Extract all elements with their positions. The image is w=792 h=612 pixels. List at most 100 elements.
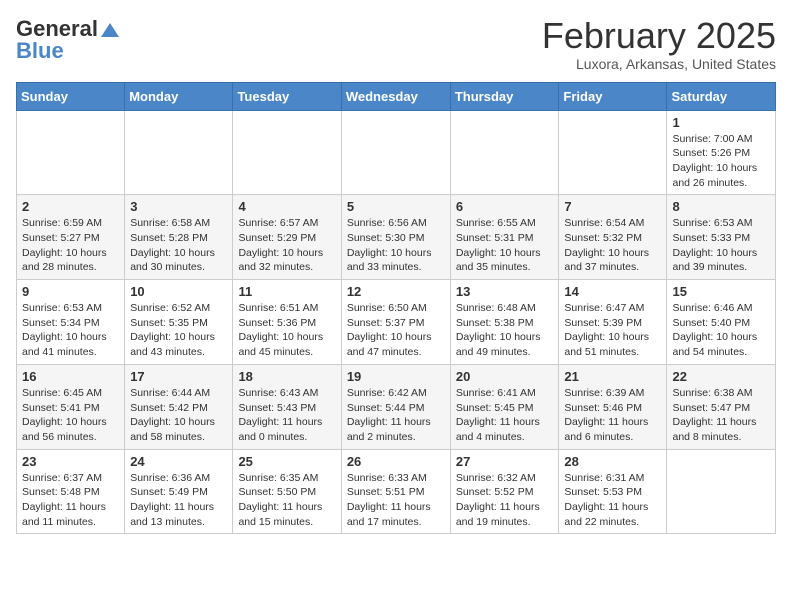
calendar-day: 1 Sunrise: 7:00 AM Sunset: 5:26 PM Daylig… <box>667 110 776 195</box>
day-info: Sunrise: 6:51 AM Sunset: 5:36 PM Dayligh… <box>238 301 335 360</box>
calendar-day: 22 Sunrise: 6:38 AM Sunset: 5:47 PM Dayli… <box>667 364 776 449</box>
day-number: 6 <box>456 199 554 214</box>
page-header: General Blue February 2025 Luxora, Arkan… <box>16 16 776 72</box>
day-info: Sunrise: 6:32 AM Sunset: 5:52 PM Dayligh… <box>456 471 554 530</box>
day-number: 13 <box>456 284 554 299</box>
day-number: 3 <box>130 199 227 214</box>
calendar-day: 4 Sunrise: 6:57 AM Sunset: 5:29 PM Daylig… <box>233 195 341 280</box>
day-info: Sunrise: 6:57 AM Sunset: 5:29 PM Dayligh… <box>238 216 335 275</box>
day-info: Sunrise: 6:59 AM Sunset: 5:27 PM Dayligh… <box>22 216 119 275</box>
calendar-day: 28Sunrise: 6:31 AM Sunset: 5:53 PM Dayli… <box>559 449 667 534</box>
calendar-day: 7 Sunrise: 6:54 AM Sunset: 5:32 PM Daylig… <box>559 195 667 280</box>
day-number: 17 <box>130 369 227 384</box>
day-info: Sunrise: 6:42 AM Sunset: 5:44 PM Dayligh… <box>347 386 445 445</box>
calendar-day: 19 Sunrise: 6:42 AM Sunset: 5:44 PM Dayli… <box>341 364 450 449</box>
calendar-day: 17 Sunrise: 6:44 AM Sunset: 5:42 PM Dayli… <box>125 364 233 449</box>
day-info: Sunrise: 6:38 AM Sunset: 5:47 PM Dayligh… <box>672 386 770 445</box>
calendar-day: 24 Sunrise: 6:36 AM Sunset: 5:49 PM Dayli… <box>125 449 233 534</box>
day-info: Sunrise: 6:48 AM Sunset: 5:38 PM Dayligh… <box>456 301 554 360</box>
calendar-day-empty <box>125 110 233 195</box>
day-info: Sunrise: 6:41 AM Sunset: 5:45 PM Dayligh… <box>456 386 554 445</box>
calendar-day: 20 Sunrise: 6:41 AM Sunset: 5:45 PM Dayli… <box>450 364 559 449</box>
day-number: 10 <box>130 284 227 299</box>
calendar-day: 26 Sunrise: 6:33 AM Sunset: 5:51 PM Dayli… <box>341 449 450 534</box>
calendar-day: 15 Sunrise: 6:46 AM Sunset: 5:40 PM Dayli… <box>667 280 776 365</box>
calendar-day: 5 Sunrise: 6:56 AM Sunset: 5:30 PM Daylig… <box>341 195 450 280</box>
calendar-day: 11 Sunrise: 6:51 AM Sunset: 5:36 PM Dayli… <box>233 280 341 365</box>
calendar-day: 18 Sunrise: 6:43 AM Sunset: 5:43 PM Dayli… <box>233 364 341 449</box>
day-number: 14 <box>564 284 661 299</box>
calendar-day: 25 Sunrise: 6:35 AM Sunset: 5:50 PM Dayli… <box>233 449 341 534</box>
calendar-day-empty <box>559 110 667 195</box>
calendar-day: 13 Sunrise: 6:48 AM Sunset: 5:38 PM Dayli… <box>450 280 559 365</box>
day-number: 20 <box>456 369 554 384</box>
calendar-day: 12 Sunrise: 6:50 AM Sunset: 5:37 PM Dayli… <box>341 280 450 365</box>
calendar-day: 23 Sunrise: 6:37 AM Sunset: 5:48 PM Dayli… <box>17 449 125 534</box>
calendar-day-empty <box>17 110 125 195</box>
calendar-day: 6 Sunrise: 6:55 AM Sunset: 5:31 PM Daylig… <box>450 195 559 280</box>
day-number: 9 <box>22 284 119 299</box>
day-info: Sunrise: 6:31 AM Sunset: 5:53 PM Dayligh… <box>564 471 661 530</box>
day-info: Sunrise: 6:53 AM Sunset: 5:33 PM Dayligh… <box>672 216 770 275</box>
calendar-day-empty <box>667 449 776 534</box>
calendar-day: 10 Sunrise: 6:52 AM Sunset: 5:35 PM Dayli… <box>125 280 233 365</box>
day-info: Sunrise: 6:44 AM Sunset: 5:42 PM Dayligh… <box>130 386 227 445</box>
day-number: 27 <box>456 454 554 469</box>
logo-blue: Blue <box>16 38 64 64</box>
day-number: 26 <box>347 454 445 469</box>
day-info: Sunrise: 6:58 AM Sunset: 5:28 PM Dayligh… <box>130 216 227 275</box>
day-number: 25 <box>238 454 335 469</box>
weekday-header: Friday <box>559 82 667 110</box>
day-number: 23 <box>22 454 119 469</box>
weekday-header: Saturday <box>667 82 776 110</box>
weekday-header: Wednesday <box>341 82 450 110</box>
day-number: 15 <box>672 284 770 299</box>
day-info: Sunrise: 6:36 AM Sunset: 5:49 PM Dayligh… <box>130 471 227 530</box>
calendar-day: 14 Sunrise: 6:47 AM Sunset: 5:39 PM Dayli… <box>559 280 667 365</box>
day-info: Sunrise: 6:55 AM Sunset: 5:31 PM Dayligh… <box>456 216 554 275</box>
month-title: February 2025 <box>542 16 776 56</box>
day-info: Sunrise: 6:46 AM Sunset: 5:40 PM Dayligh… <box>672 301 770 360</box>
weekday-header: Thursday <box>450 82 559 110</box>
calendar-day: 16Sunrise: 6:45 AM Sunset: 5:41 PM Dayli… <box>17 364 125 449</box>
day-number: 2 <box>22 199 119 214</box>
calendar-day: 9 Sunrise: 6:53 AM Sunset: 5:34 PM Daylig… <box>17 280 125 365</box>
day-number: 7 <box>564 199 661 214</box>
weekday-header: Tuesday <box>233 82 341 110</box>
day-number: 19 <box>347 369 445 384</box>
logo-icon <box>99 21 121 39</box>
calendar-day-empty <box>233 110 341 195</box>
day-info: Sunrise: 6:37 AM Sunset: 5:48 PM Dayligh… <box>22 471 119 530</box>
day-info: Sunrise: 6:43 AM Sunset: 5:43 PM Dayligh… <box>238 386 335 445</box>
calendar-day-empty <box>341 110 450 195</box>
day-info: Sunrise: 6:52 AM Sunset: 5:35 PM Dayligh… <box>130 301 227 360</box>
day-info: Sunrise: 7:00 AM Sunset: 5:26 PM Dayligh… <box>672 132 770 191</box>
day-number: 12 <box>347 284 445 299</box>
day-number: 4 <box>238 199 335 214</box>
day-number: 22 <box>672 369 770 384</box>
day-info: Sunrise: 6:33 AM Sunset: 5:51 PM Dayligh… <box>347 471 445 530</box>
day-number: 11 <box>238 284 335 299</box>
day-number: 1 <box>672 115 770 130</box>
day-number: 21 <box>564 369 661 384</box>
calendar-day: 3 Sunrise: 6:58 AM Sunset: 5:28 PM Daylig… <box>125 195 233 280</box>
calendar-day: 2 Sunrise: 6:59 AM Sunset: 5:27 PM Daylig… <box>17 195 125 280</box>
day-info: Sunrise: 6:45 AM Sunset: 5:41 PM Dayligh… <box>22 386 119 445</box>
title-block: February 2025 Luxora, Arkansas, United S… <box>542 16 776 72</box>
calendar-day-empty <box>450 110 559 195</box>
day-info: Sunrise: 6:53 AM Sunset: 5:34 PM Dayligh… <box>22 301 119 360</box>
day-info: Sunrise: 6:35 AM Sunset: 5:50 PM Dayligh… <box>238 471 335 530</box>
calendar-table: SundayMondayTuesdayWednesdayThursdayFrid… <box>16 82 776 535</box>
day-number: 5 <box>347 199 445 214</box>
day-number: 18 <box>238 369 335 384</box>
weekday-header: Monday <box>125 82 233 110</box>
calendar-day: 21 Sunrise: 6:39 AM Sunset: 5:46 PM Dayli… <box>559 364 667 449</box>
day-info: Sunrise: 6:39 AM Sunset: 5:46 PM Dayligh… <box>564 386 661 445</box>
day-info: Sunrise: 6:47 AM Sunset: 5:39 PM Dayligh… <box>564 301 661 360</box>
day-info: Sunrise: 6:56 AM Sunset: 5:30 PM Dayligh… <box>347 216 445 275</box>
logo: General Blue <box>16 16 121 64</box>
day-number: 24 <box>130 454 227 469</box>
day-info: Sunrise: 6:50 AM Sunset: 5:37 PM Dayligh… <box>347 301 445 360</box>
day-info: Sunrise: 6:54 AM Sunset: 5:32 PM Dayligh… <box>564 216 661 275</box>
location: Luxora, Arkansas, United States <box>542 56 776 72</box>
